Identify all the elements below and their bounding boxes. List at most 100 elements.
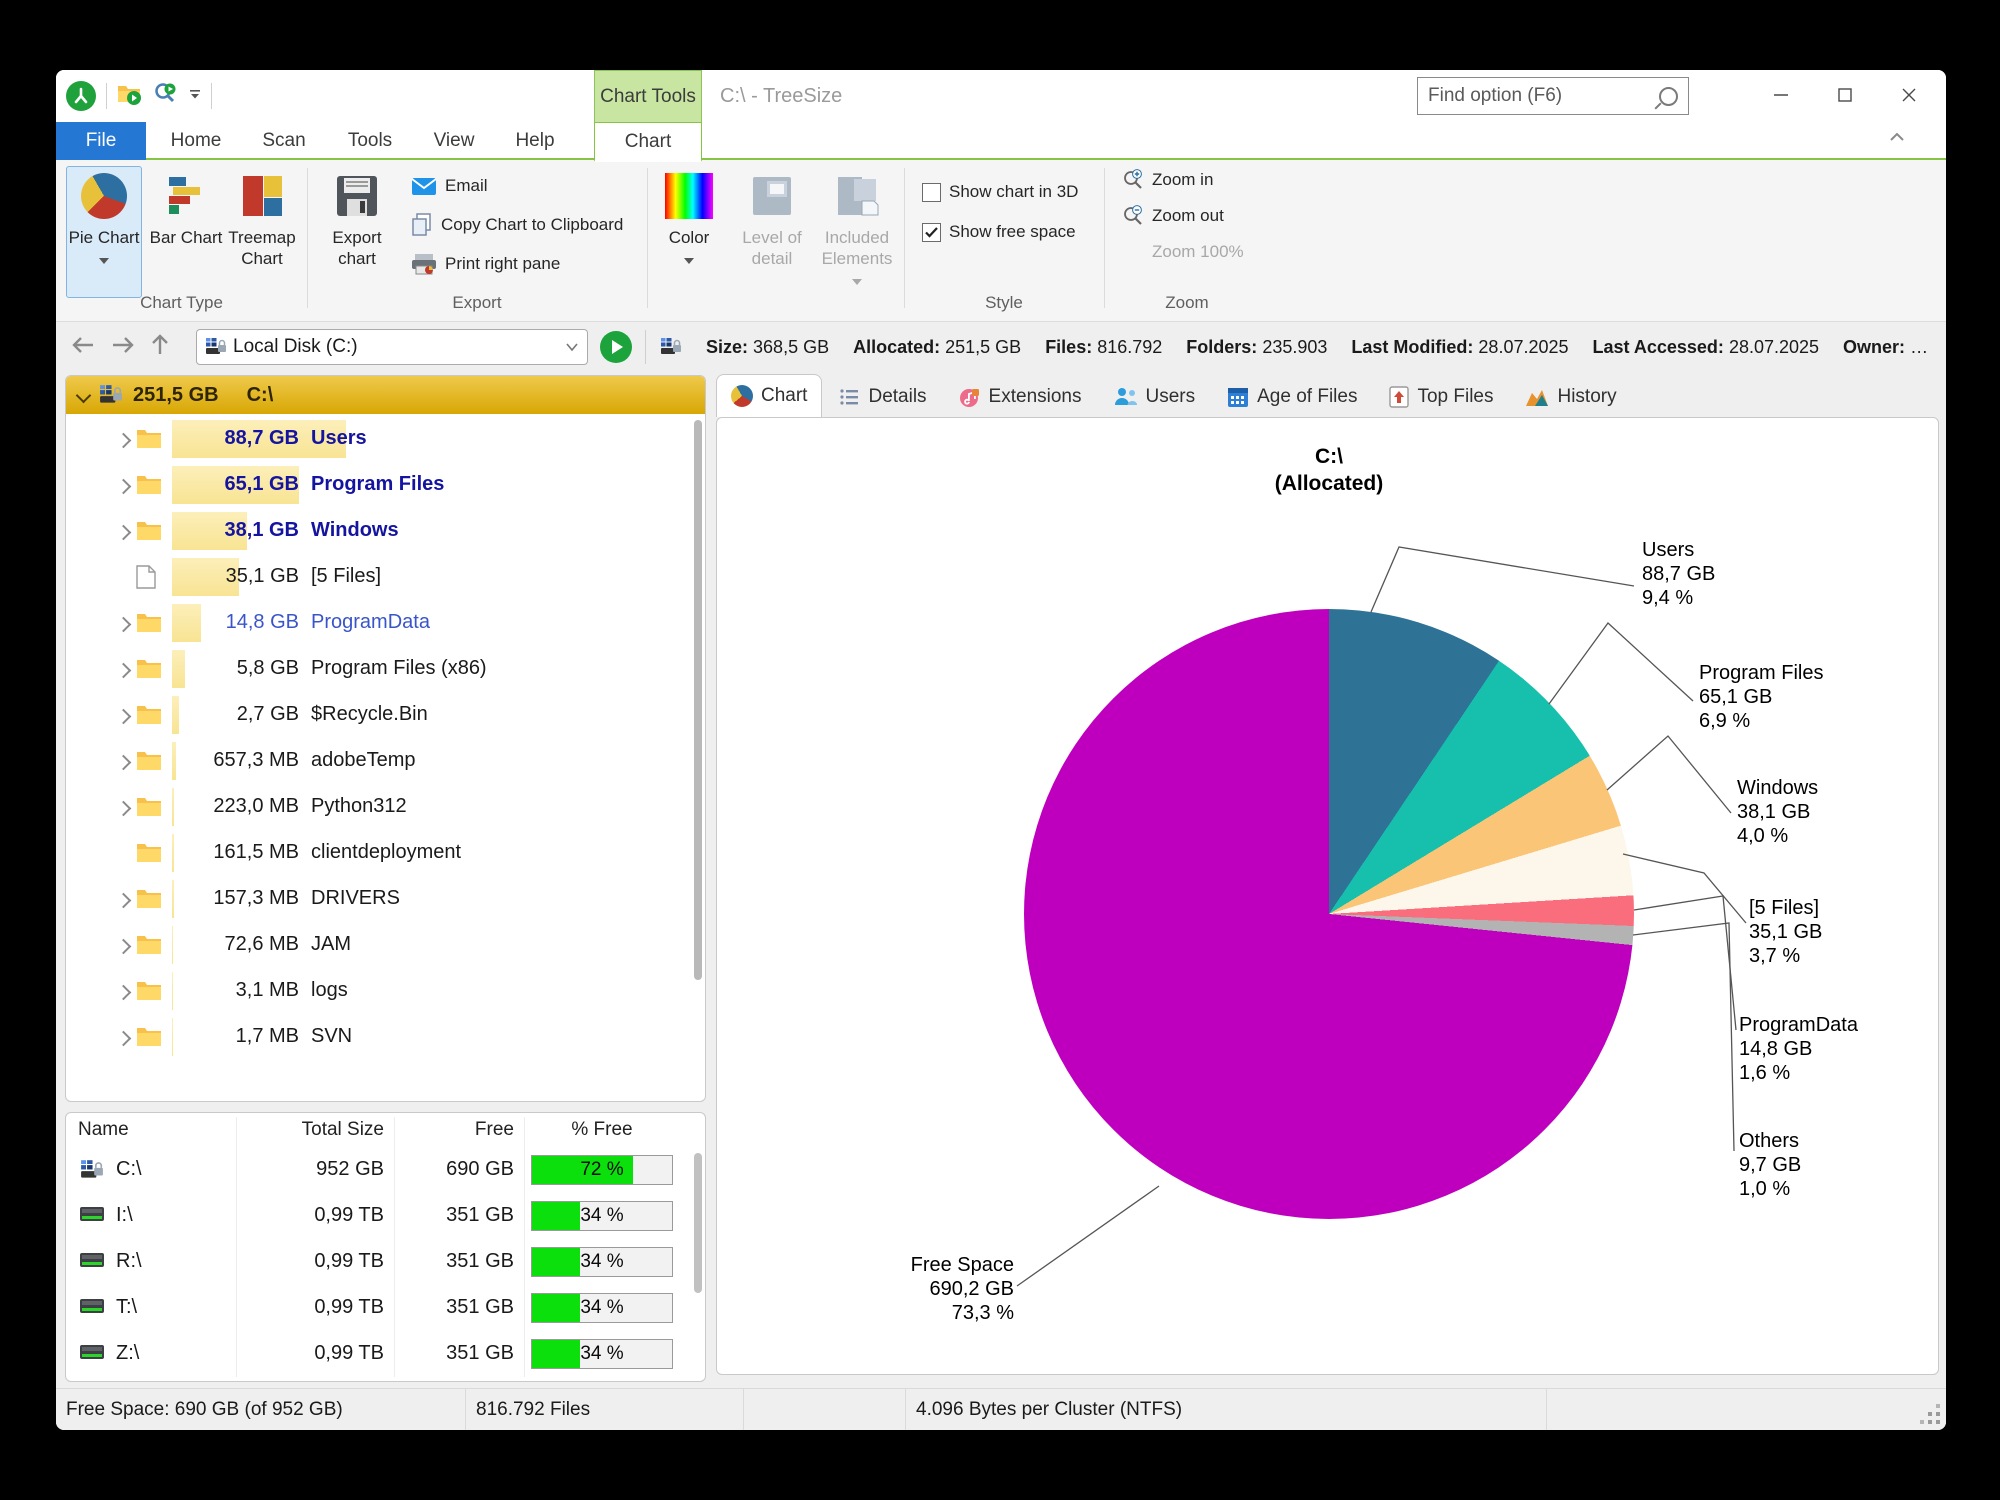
drive-table-header[interactable]: Name Total Size Free % Free bbox=[66, 1113, 705, 1147]
zoom-out-button[interactable]: Zoom out bbox=[1122, 202, 1224, 230]
forward-icon[interactable] bbox=[110, 335, 136, 360]
chevron-collapsed-icon[interactable] bbox=[116, 939, 132, 955]
tab-file[interactable]: File bbox=[56, 122, 146, 160]
chevron-collapsed-icon[interactable] bbox=[116, 755, 132, 771]
info-last-modified: Last Modified: 28.07.2025 bbox=[1351, 337, 1568, 358]
zoom-in-button[interactable]: Zoom in bbox=[1122, 166, 1213, 194]
level-of-detail-button[interactable]: Level of detail bbox=[735, 166, 809, 298]
chevron-collapsed-icon[interactable] bbox=[116, 801, 132, 817]
drive-row[interactable]: I:\ 0,99 TB 351 GB 34 % bbox=[66, 1193, 705, 1239]
up-icon[interactable] bbox=[150, 334, 170, 361]
tree-scrollbar[interactable] bbox=[694, 420, 702, 980]
group-chart-type: Pie Chart Bar Chart Treemap Chart Chart … bbox=[56, 160, 307, 321]
tab-chart-view[interactable]: Chart bbox=[716, 374, 822, 417]
tab-users-view[interactable]: Users bbox=[1100, 377, 1210, 417]
tree-root-row[interactable]: 251,5 GB C:\ bbox=[66, 376, 705, 414]
customize-quick-access-icon[interactable] bbox=[189, 87, 201, 105]
print-right-pane-button[interactable]: Print right pane bbox=[411, 250, 560, 278]
pie-chart[interactable] bbox=[1024, 609, 1634, 1219]
contextual-tab-chart-tools[interactable]: Chart Tools bbox=[594, 70, 702, 122]
chevron-collapsed-icon[interactable] bbox=[116, 663, 132, 679]
chevron-collapsed-icon[interactable] bbox=[116, 985, 132, 1001]
pie-chart-button[interactable]: Pie Chart bbox=[66, 166, 142, 298]
resize-grip[interactable] bbox=[1936, 1420, 1940, 1424]
treemap-chart-button[interactable]: Treemap Chart bbox=[224, 166, 300, 298]
tree-row[interactable]: 65,1 GB Program Files bbox=[66, 462, 705, 508]
chevron-collapsed-icon[interactable] bbox=[116, 479, 132, 495]
tree-row[interactable]: 3,1 MB logs bbox=[66, 968, 705, 1014]
tree-row[interactable]: 2,7 GB $Recycle.Bin bbox=[66, 692, 705, 738]
folder-icon bbox=[136, 1025, 162, 1047]
tree-row[interactable]: 157,3 MB DRIVERS bbox=[66, 876, 705, 922]
divider bbox=[211, 83, 212, 109]
chevron-collapsed-icon[interactable] bbox=[116, 893, 132, 909]
collapse-ribbon-icon[interactable] bbox=[1888, 130, 1906, 149]
copy-icon bbox=[411, 213, 433, 237]
drive-row[interactable]: T:\ 0,99 TB 351 GB 34 % bbox=[66, 1285, 705, 1331]
open-scan-icon[interactable] bbox=[117, 82, 143, 111]
folder-icon bbox=[136, 841, 162, 863]
tab-history-view[interactable]: History bbox=[1511, 377, 1630, 417]
tree-row[interactable]: 14,8 GB ProgramData bbox=[66, 600, 705, 646]
group-chart-options: Color Level of detail Included Elements bbox=[647, 160, 904, 321]
col-total: Total Size bbox=[244, 1119, 384, 1141]
callout-free-space: Free Space 690,2 GB 73,3 % bbox=[854, 1253, 1014, 1325]
tree-row[interactable]: 38,1 GB Windows bbox=[66, 508, 705, 554]
tree-row[interactable]: 1,7 MB SVN bbox=[66, 1014, 705, 1060]
tree-row[interactable]: 223,0 MB Python312 bbox=[66, 784, 705, 830]
start-scan-button[interactable] bbox=[600, 331, 632, 363]
tree-row[interactable]: 88,7 GB Users bbox=[66, 416, 705, 462]
find-option-input[interactable]: Find option (F6) bbox=[1417, 77, 1689, 115]
info-folders: Folders: 235.903 bbox=[1186, 337, 1327, 358]
show-free-space-checkbox[interactable]: Show free space bbox=[922, 218, 1076, 246]
included-elements-button[interactable]: Included Elements bbox=[815, 166, 899, 298]
tree-row[interactable]: 5,8 GB Program Files (x86) bbox=[66, 646, 705, 692]
chevron-collapsed-icon[interactable] bbox=[116, 525, 132, 541]
minimize-button[interactable] bbox=[1752, 70, 1810, 120]
network-drive-icon bbox=[80, 1344, 104, 1362]
tree-row[interactable]: 35,1 GB [5 Files] bbox=[66, 554, 705, 600]
zoom-100-button[interactable]: Zoom 100% bbox=[1152, 238, 1244, 266]
tab-tools[interactable]: Tools bbox=[332, 122, 408, 160]
maximize-button[interactable] bbox=[1816, 70, 1874, 120]
tab-top-files-view[interactable]: Top Files bbox=[1375, 377, 1507, 417]
export-chart-button[interactable]: Export chart bbox=[319, 166, 395, 298]
chevron-expanded-icon[interactable] bbox=[76, 387, 92, 403]
back-icon[interactable] bbox=[70, 335, 96, 360]
tab-view[interactable]: View bbox=[418, 122, 490, 160]
chevron-collapsed-icon[interactable] bbox=[116, 617, 132, 633]
tree-row[interactable]: 72,6 MB JAM bbox=[66, 922, 705, 968]
app-logo-icon[interactable] bbox=[66, 81, 96, 111]
dropdown-caret bbox=[852, 279, 862, 285]
tab-age-of-files-view[interactable]: Age of Files bbox=[1213, 377, 1371, 417]
copy-chart-button[interactable]: Copy Chart to Clipboard bbox=[411, 211, 623, 239]
status-files: 816.792 Files bbox=[466, 1389, 744, 1430]
tab-chart[interactable]: Chart bbox=[594, 122, 702, 162]
drive-row[interactable]: C:\ 952 GB 690 GB 72 % bbox=[66, 1147, 705, 1193]
tab-home[interactable]: Home bbox=[156, 122, 236, 160]
drive-row[interactable]: R:\ 0,99 TB 351 GB 34 % bbox=[66, 1239, 705, 1285]
treesize-window: Chart Tools C:\ - TreeSize Find option (… bbox=[56, 70, 1946, 1430]
color-button[interactable]: Color bbox=[655, 166, 723, 298]
chevron-collapsed-icon[interactable] bbox=[116, 709, 132, 725]
quick-access-toolbar bbox=[66, 76, 212, 116]
find-placeholder: Find option (F6) bbox=[1428, 85, 1562, 107]
tab-help[interactable]: Help bbox=[500, 122, 570, 160]
show-chart-3d-checkbox[interactable]: Show chart in 3D bbox=[922, 178, 1078, 206]
tab-extensions-view[interactable]: Extensions bbox=[945, 377, 1096, 417]
tree-row[interactable]: 161,5 MB clientdeployment bbox=[66, 830, 705, 876]
tab-scan[interactable]: Scan bbox=[246, 122, 322, 160]
disk-icon bbox=[99, 383, 123, 407]
chevron-collapsed-icon[interactable] bbox=[116, 433, 132, 449]
email-button[interactable]: Email bbox=[411, 172, 488, 200]
location-dropdown[interactable]: Local Disk (C:) bbox=[196, 329, 588, 365]
tree-row[interactable]: 657,3 MB adobeTemp bbox=[66, 738, 705, 784]
tab-details-view[interactable]: Details bbox=[826, 377, 940, 417]
bar-chart-button[interactable]: Bar Chart bbox=[148, 166, 224, 298]
col-free: Free bbox=[404, 1119, 514, 1141]
chevron-collapsed-icon[interactable] bbox=[116, 1031, 132, 1047]
drive-scrollbar[interactable] bbox=[694, 1153, 702, 1293]
drive-row[interactable]: Z:\ 0,99 TB 351 GB 34 % bbox=[66, 1331, 705, 1377]
search-scan-icon[interactable] bbox=[153, 82, 179, 111]
close-button[interactable] bbox=[1880, 70, 1938, 120]
